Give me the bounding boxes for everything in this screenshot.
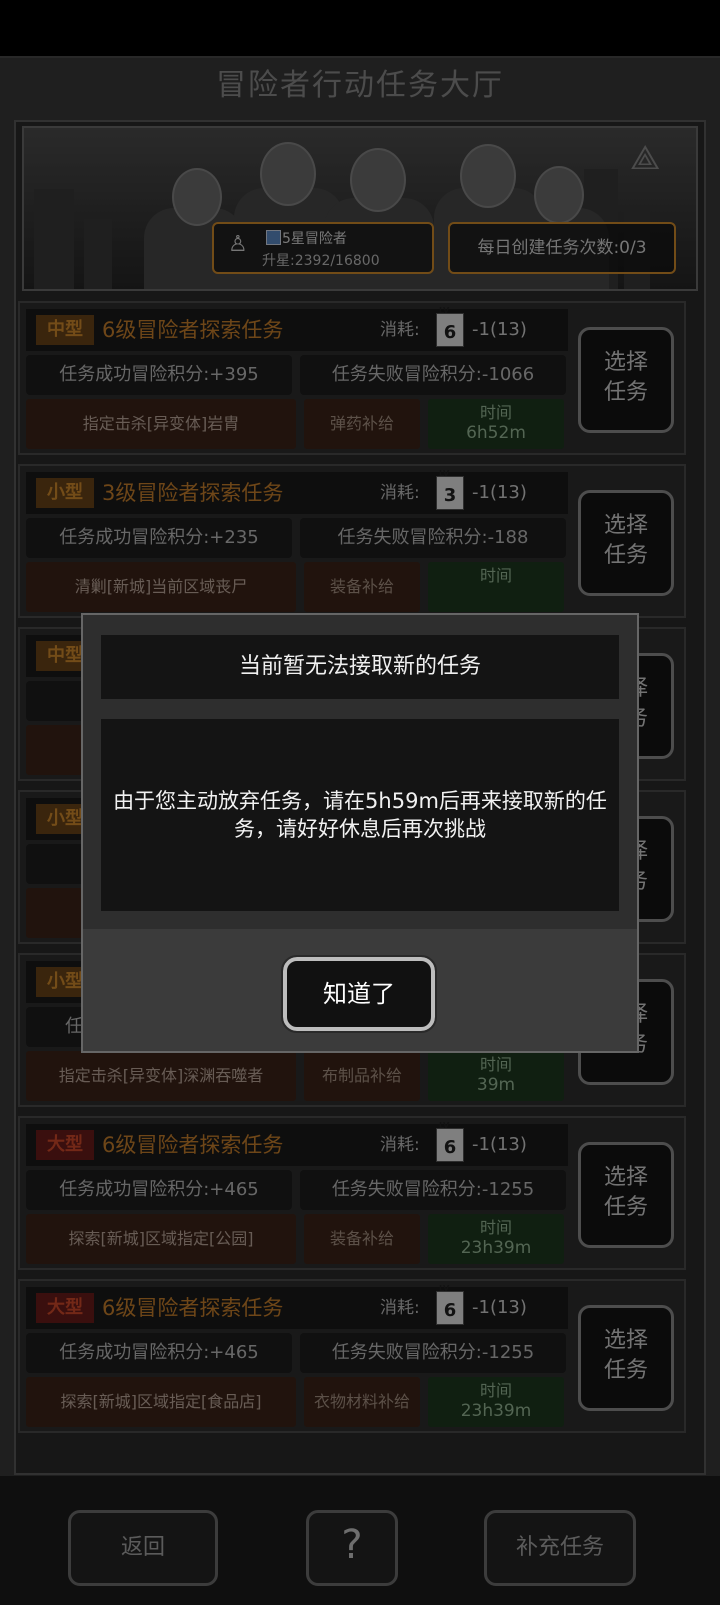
dialog-message: 由于您主动放弃任务，请在5h59m后再来接取新的任务，请好好休息后再次挑战 [101, 719, 619, 911]
ok-button[interactable]: 知道了 [281, 955, 437, 1033]
notice-dialog: 当前暂无法接取新的任务 由于您主动放弃任务，请在5h59m后再来接取新的任务，请… [81, 613, 639, 1053]
dialog-title: 当前暂无法接取新的任务 [101, 635, 619, 699]
